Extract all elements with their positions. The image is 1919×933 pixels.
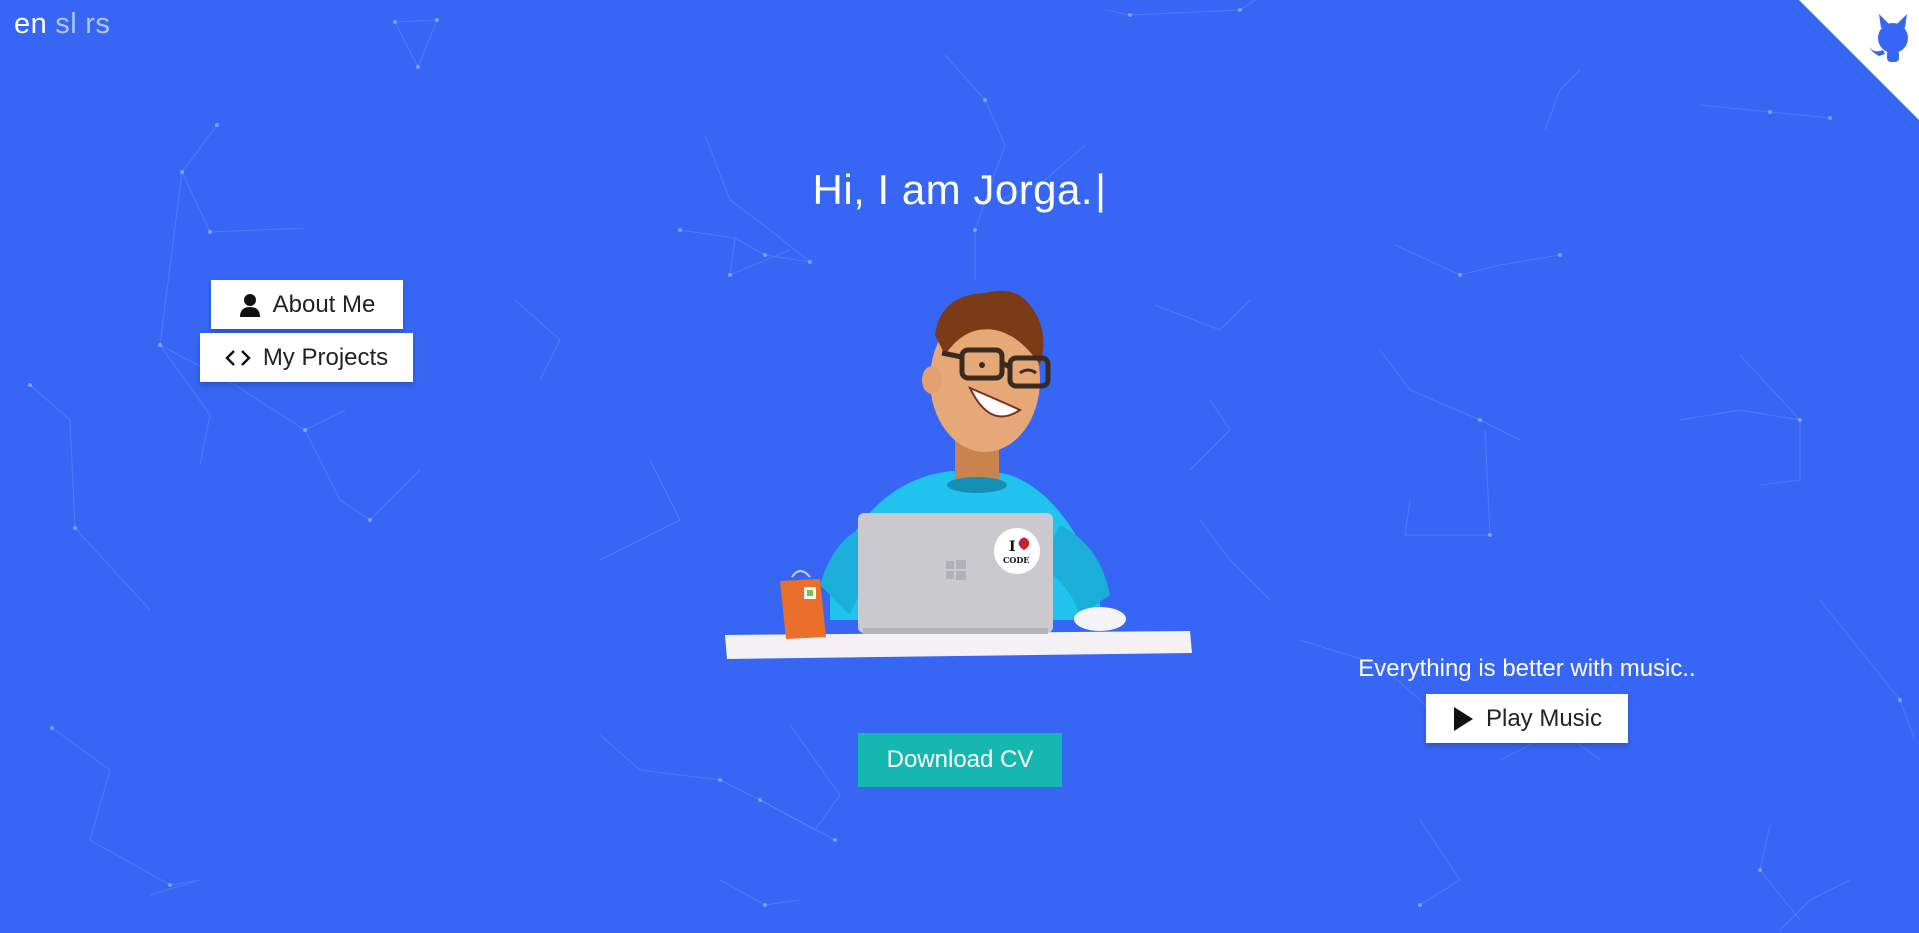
play-music-label: Play Music xyxy=(1485,704,1603,732)
language-switcher: en sl rs xyxy=(14,8,118,41)
code-icon xyxy=(225,348,251,368)
github-corner-triangle xyxy=(1799,0,1919,120)
collar xyxy=(947,477,1007,493)
play-icon xyxy=(1452,706,1474,732)
play-music-button[interactable]: Play Music xyxy=(1426,694,1628,743)
sticker-i-text: I xyxy=(1009,539,1016,555)
cup-tag-string xyxy=(791,570,811,578)
lang-en[interactable]: en xyxy=(14,8,47,40)
about-me-button[interactable]: About Me xyxy=(211,280,403,329)
lang-rs[interactable]: rs xyxy=(85,8,110,40)
my-projects-button[interactable]: My Projects xyxy=(200,333,413,382)
left-eye xyxy=(979,362,985,368)
developer-illustration: I CODE xyxy=(725,290,1192,659)
download-cv-button[interactable]: Download CV xyxy=(858,733,1062,787)
cup-tag-dot xyxy=(807,590,813,596)
i-love-code-sticker xyxy=(994,528,1040,574)
download-cv-label: Download CV xyxy=(886,746,1034,773)
my-projects-label: My Projects xyxy=(262,343,389,371)
landing-page: en sl rs Hi, I am Jorga.| About Me My Pr… xyxy=(0,0,1919,933)
lang-sl[interactable]: sl xyxy=(55,8,77,40)
coffee-cup xyxy=(780,579,826,639)
sticker-code-text: CODE xyxy=(1003,555,1029,565)
github-corner-link[interactable] xyxy=(1799,0,1919,120)
music-caption: Everything is better with music.. xyxy=(1358,655,1696,682)
user-icon xyxy=(239,293,261,317)
typing-caret: | xyxy=(1095,166,1107,213)
hero-title: Hi, I am Jorga.| xyxy=(0,166,1919,214)
about-me-label: About Me xyxy=(272,290,376,318)
hero-title-text: Hi, I am Jorga. xyxy=(812,166,1094,213)
laptop-base xyxy=(863,628,1048,634)
ear xyxy=(922,366,942,394)
computer-mouse xyxy=(1074,607,1126,631)
